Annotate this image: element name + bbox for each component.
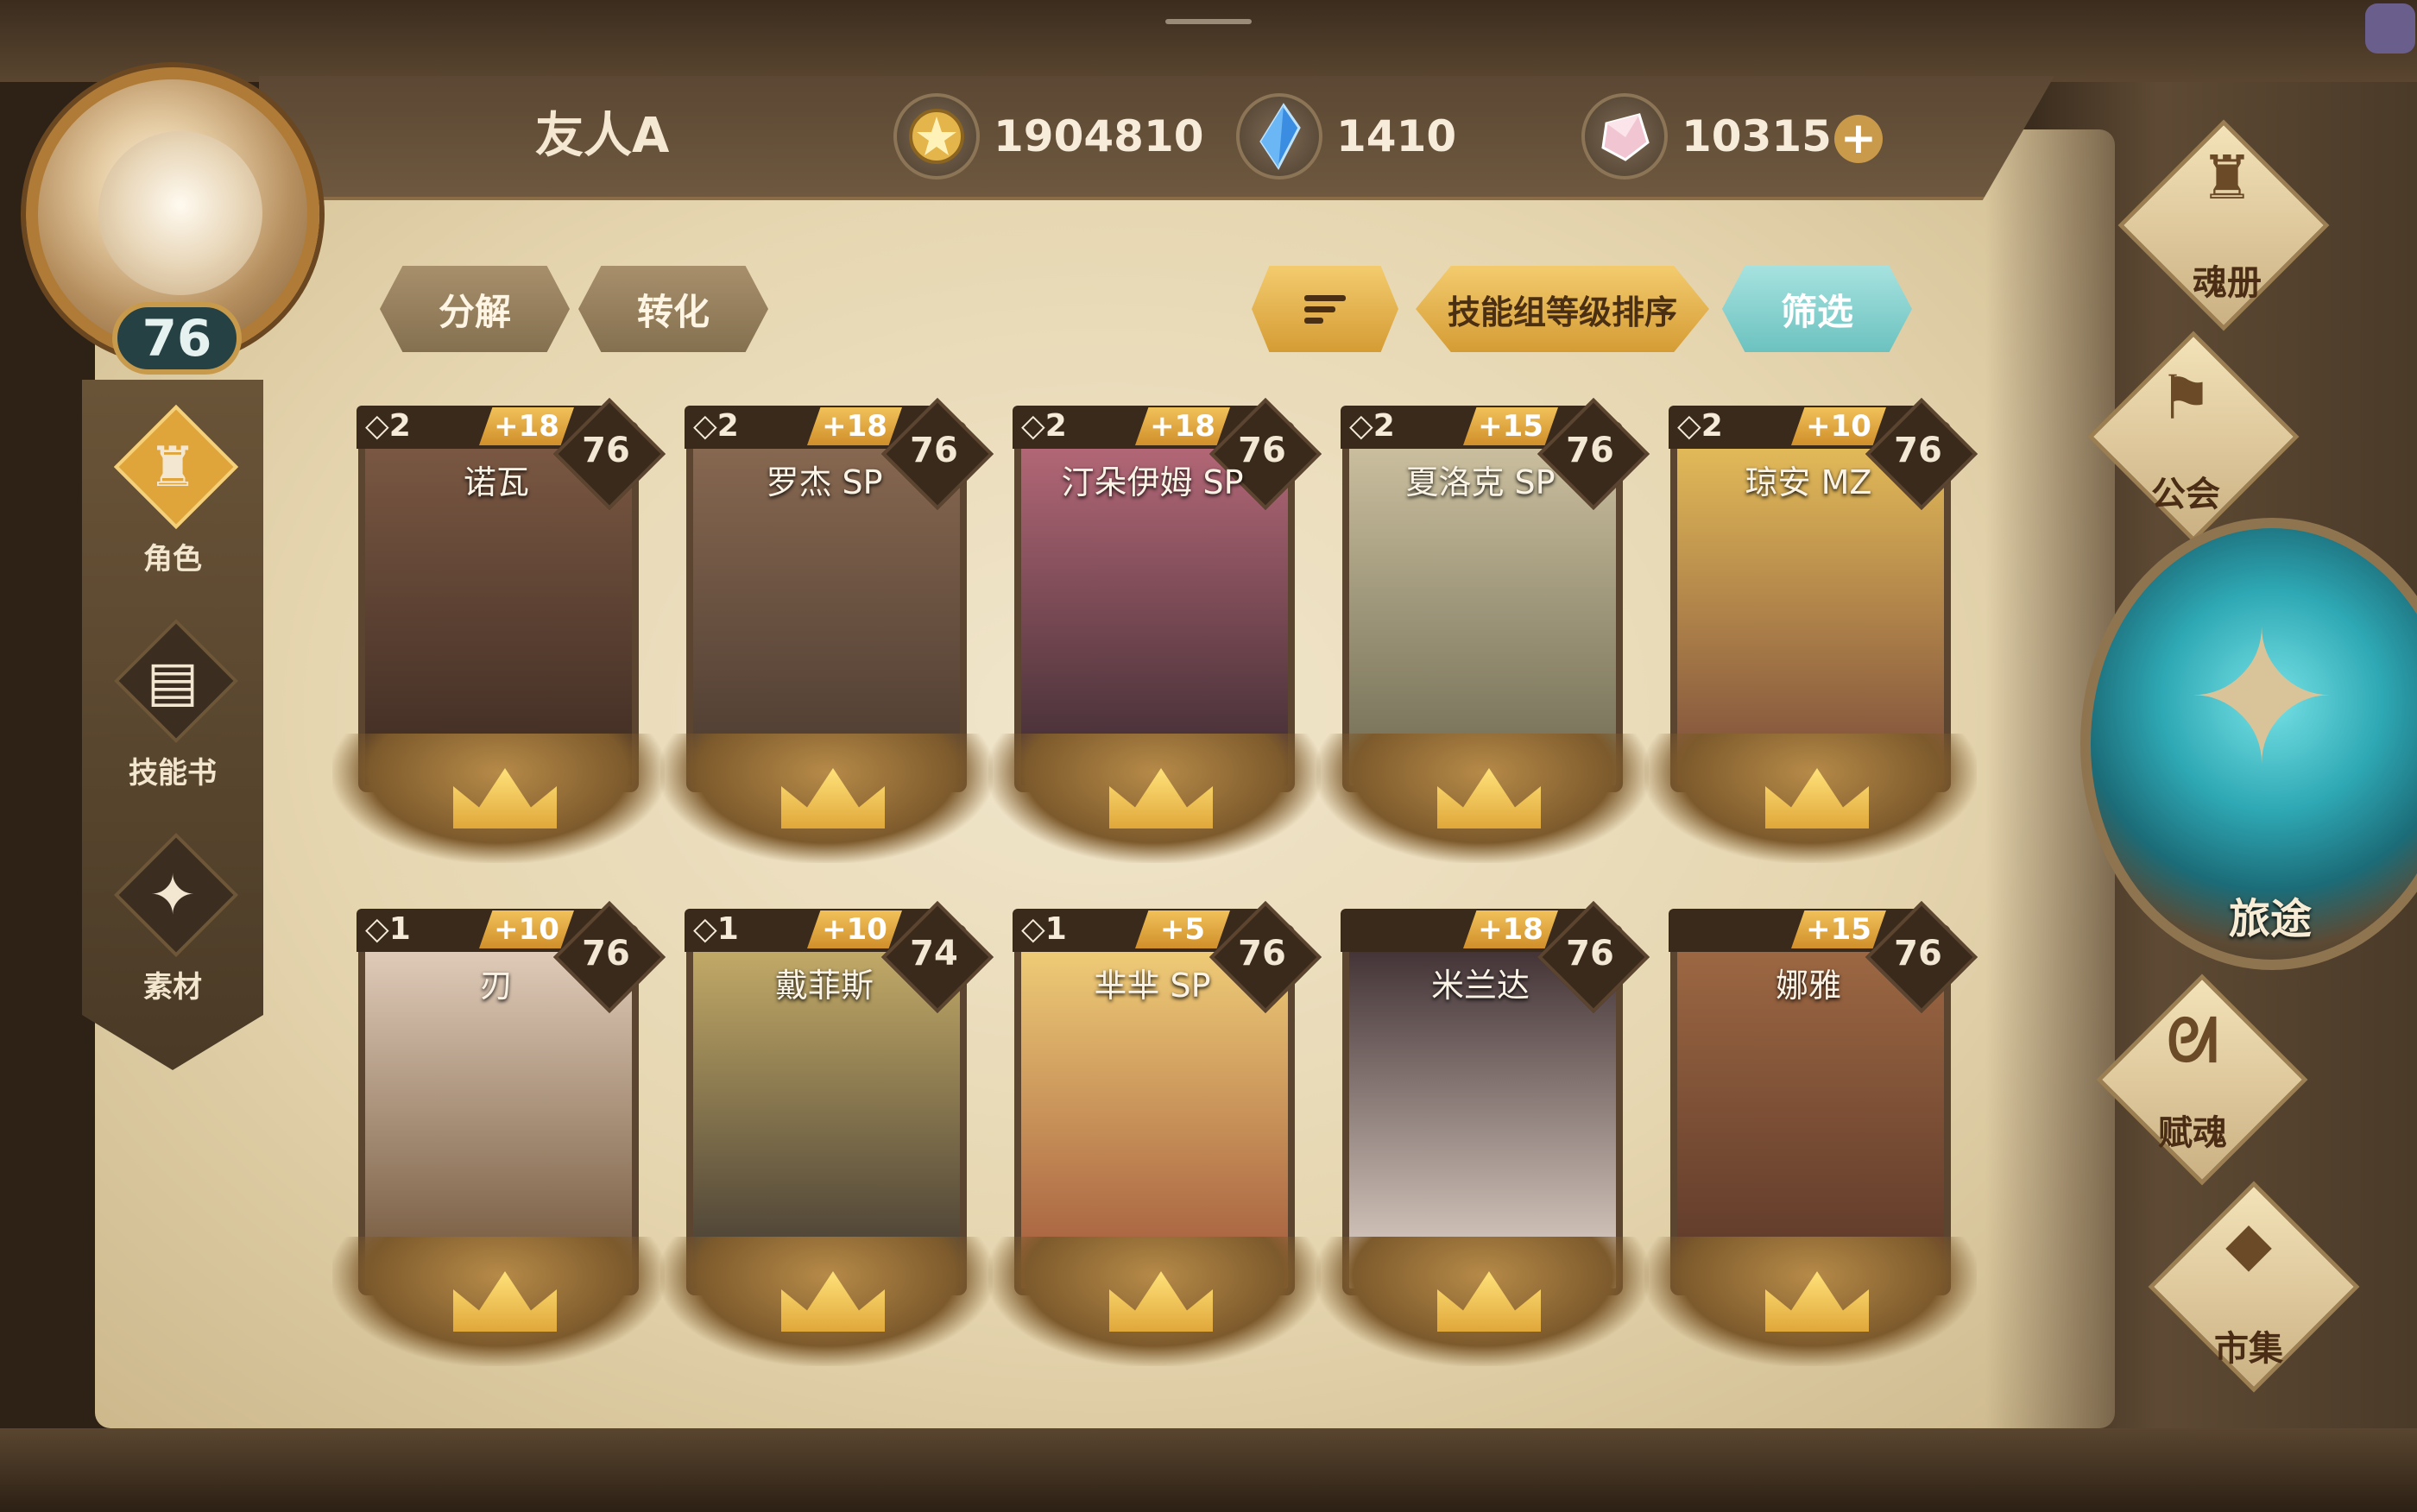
character-card[interactable]: ◇2 +18 76 汀朵伊姆 SP — [988, 397, 1322, 863]
character-card[interactable]: ◇2 +18 76 罗杰 SP — [660, 397, 994, 863]
card-name: 刃 — [479, 967, 513, 1005]
helmet-icon: ♜ — [2199, 142, 2255, 213]
currency-crystal: 1410 — [1236, 93, 1456, 180]
blue-crystal-icon — [1236, 93, 1322, 180]
skill-book-icon: ▤ — [146, 650, 199, 714]
character-card[interactable]: +15 76 娜雅 — [1644, 900, 1978, 1366]
screen-record-icon[interactable] — [2365, 3, 2415, 54]
nav-item-characters[interactable]: ♜ 角色 — [82, 404, 263, 604]
guild-label: 公会 — [2151, 475, 2220, 514]
card-name: 夏洛克 SP — [1405, 463, 1556, 501]
filter-button[interactable]: 筛选 — [1722, 266, 1912, 352]
card-plus-badge: +10 — [479, 910, 574, 948]
card-name: 米兰达 — [1430, 967, 1530, 1005]
card-name: 娜雅 — [1775, 967, 1841, 1005]
character-card[interactable]: ◇2 +15 76 夏洛克 SP — [1316, 397, 1650, 863]
card-plus-badge: +18 — [1135, 407, 1230, 445]
card-rank: ◇2 — [1677, 408, 1723, 444]
card-plus-badge: +18 — [807, 407, 902, 445]
gem-icon: ◆ — [2225, 1208, 2272, 1279]
card-name: 芈芈 SP — [1094, 967, 1211, 1005]
top-frame — [0, 0, 2417, 82]
nav-label: 技能书 — [129, 756, 217, 791]
sort-by-skill-level-button[interactable]: 技能组等级排序 — [1416, 266, 1709, 352]
card-plus-badge: +5 — [1135, 910, 1230, 948]
gold-amount: 1904810 — [994, 111, 1204, 161]
card-rank: ◇2 — [1349, 408, 1395, 444]
nav-label: 素材 — [143, 970, 202, 1005]
character-card[interactable]: ◇1 +5 76 芈芈 SP — [988, 900, 1322, 1366]
currency-gold: 1904810 — [893, 93, 1204, 180]
flame-icon: ᘛ — [2167, 1005, 2218, 1076]
nav-item-skill-books[interactable]: ▤ 技能书 — [82, 618, 263, 818]
card-name: 戴菲斯 — [774, 967, 874, 1005]
guild-banner-icon: ⚑ — [2158, 362, 2213, 433]
character-card[interactable]: ◇1 +10 74 戴菲斯 — [660, 900, 994, 1366]
player-level-badge: 76 — [112, 302, 242, 375]
nav-item-materials[interactable]: ✦ 素材 — [82, 832, 263, 1032]
card-rank: ◇2 — [365, 408, 411, 444]
card-rank: ◇1 — [1021, 911, 1067, 947]
bottom-frame — [0, 1428, 2417, 1512]
card-plus-badge: +10 — [807, 910, 902, 948]
card-name: 琼安 MZ — [1745, 463, 1872, 501]
sort-order-button[interactable] — [1252, 266, 1398, 352]
character-card[interactable]: +18 76 米兰达 — [1316, 900, 1650, 1366]
character-card[interactable]: ◇2 +10 76 琼安 MZ — [1644, 397, 1978, 863]
player-name: 友人A — [535, 108, 670, 164]
card-plus-badge: +15 — [1791, 910, 1886, 948]
soul-book-label: 魂册 — [2193, 263, 2262, 303]
journey-label: 旅途 — [2228, 895, 2312, 943]
character-card[interactable]: ◇1 +10 76 刃 — [332, 900, 666, 1366]
card-name: 汀朵伊姆 SP — [1061, 463, 1244, 501]
card-rank: ◇1 — [365, 911, 411, 947]
convert-button[interactable]: 转化 — [578, 266, 768, 352]
card-rank: ◇2 — [693, 408, 739, 444]
crystal-amount: 1410 — [1336, 111, 1457, 161]
gold-coin-icon — [893, 93, 980, 180]
card-plus-badge: +10 — [1791, 407, 1886, 445]
card-plus-badge: +15 — [1463, 407, 1558, 445]
soul-grant-label: 赋魂 — [2158, 1113, 2227, 1153]
gem-amount: 10315 — [1682, 111, 1832, 161]
pink-gem-icon — [1581, 93, 1668, 180]
card-rank: ◇1 — [693, 911, 739, 947]
avatar-portrait — [98, 131, 262, 295]
add-gem-button[interactable]: + — [1834, 115, 1883, 163]
nav-label: 角色 — [143, 542, 202, 576]
drag-handle[interactable] — [1165, 19, 1252, 24]
helmet-icon: ♜ — [148, 436, 198, 500]
market-label: 市集 — [2214, 1329, 2283, 1369]
character-card[interactable]: ◇2 +18 76 诺瓦 — [332, 397, 666, 863]
sort-icon — [1304, 295, 1346, 324]
card-rank: ◇2 — [1021, 408, 1067, 444]
card-plus-badge: +18 — [479, 407, 574, 445]
card-plus-badge: +18 — [1463, 910, 1558, 948]
currency-gem: 10315 — [1581, 93, 1832, 180]
journey-crest-icon: ✦ — [2186, 593, 2338, 804]
card-name: 诺瓦 — [463, 463, 529, 501]
material-icon: ✦ — [149, 864, 196, 928]
decompose-button[interactable]: 分解 — [380, 266, 570, 352]
card-name: 罗杰 SP — [766, 463, 883, 501]
